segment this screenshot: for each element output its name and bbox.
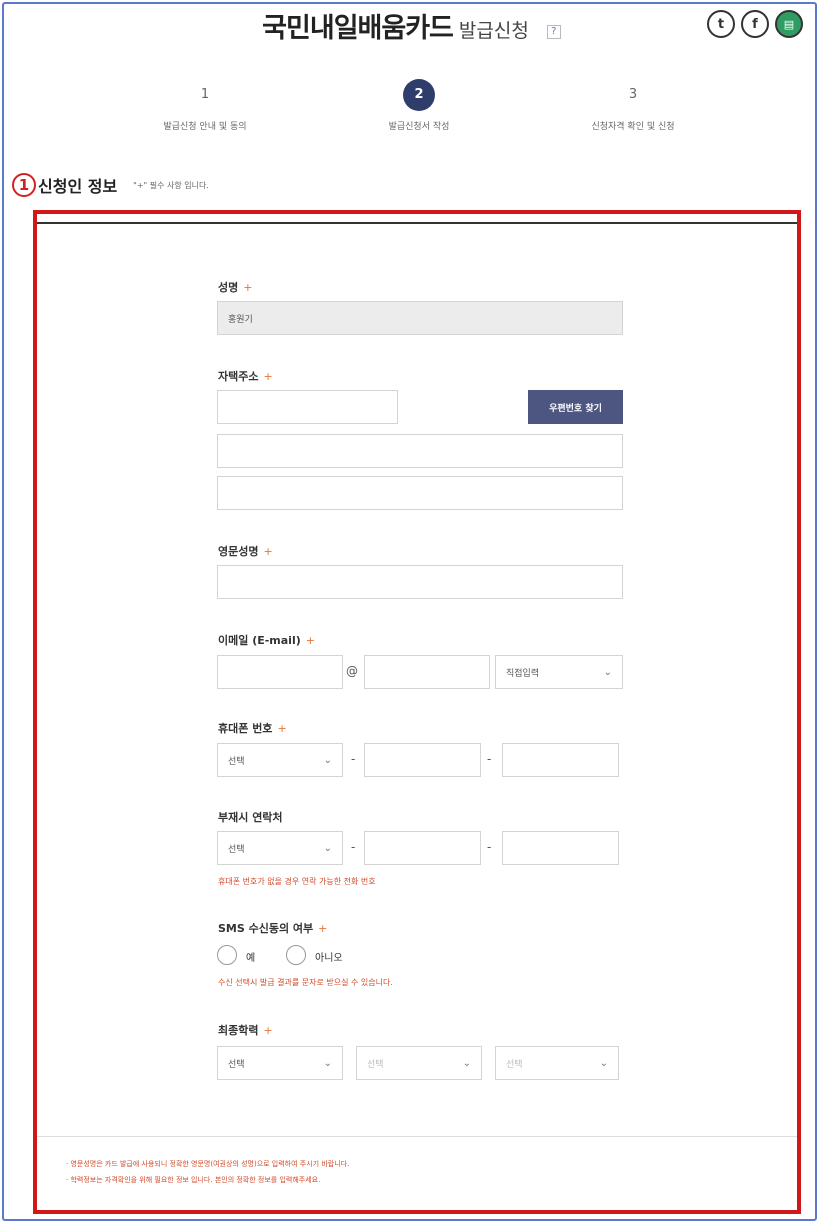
sms-no-label[interactable]: 아니오 — [315, 949, 343, 964]
english-name-label: 영문성명 + — [218, 545, 273, 558]
mobile-middle-field[interactable] — [364, 743, 481, 777]
share-buttons: t f ▤ — [707, 10, 803, 38]
english-name-field[interactable] — [217, 565, 623, 599]
education-level-select[interactable]: 선택 ⌄ — [217, 1046, 343, 1080]
footnote-english-name: · 영문성명은 카드 발급에 사용되니 정확한 영문명(여권상의 성명)으로 입… — [66, 1160, 350, 1168]
step-2: 2 발급신청서 작성 — [319, 79, 519, 132]
footnote-education: · 학력정보는 자격확인을 위해 필요한 정보 입니다. 본인의 정확한 정보를… — [66, 1176, 321, 1184]
zipcode-field[interactable] — [217, 390, 398, 424]
sms-yes-radio[interactable] — [217, 945, 237, 965]
education-school-select[interactable]: 선택 ⌄ — [356, 1046, 482, 1080]
chevron-down-icon: ⌄ — [323, 842, 332, 854]
section-title: 신청인 정보 — [38, 177, 118, 196]
email-domain-select[interactable]: 직접입력 ⌄ — [495, 655, 623, 689]
address-line1-field[interactable] — [217, 434, 623, 468]
email-at-sign: @ — [346, 664, 358, 678]
print-icon[interactable]: ▤ — [775, 10, 803, 38]
step-2-label: 발급신청서 작성 — [388, 122, 450, 132]
required-mark: + — [263, 370, 273, 383]
mobile-prefix-select[interactable]: 선택 ⌄ — [217, 743, 343, 777]
required-mark: + — [263, 1024, 273, 1037]
twitter-icon[interactable]: t — [707, 10, 735, 38]
address-line2-field[interactable] — [217, 476, 623, 510]
dash-separator: - — [351, 840, 356, 854]
page-title: 국민내일배움카드 — [262, 13, 454, 44]
required-mark: + — [243, 281, 253, 294]
mobile-label: 휴대폰 번호 + — [218, 722, 287, 735]
education-status-select[interactable]: 선택 ⌄ — [495, 1046, 619, 1080]
sms-label: SMS 수신동의 여부 + — [218, 922, 328, 935]
alt-contact-last-field[interactable] — [502, 831, 619, 865]
sms-hint: 수신 선택시 발급 결과를 문자로 받으실 수 있습니다. — [218, 978, 393, 987]
annotation-marker: 1 — [12, 173, 36, 197]
sms-no-radio[interactable] — [286, 945, 306, 965]
dash-separator: - — [351, 752, 356, 766]
step-3-number: 3 — [628, 87, 638, 102]
required-note: "+" 필수 사항 입니다. — [133, 180, 209, 190]
education-label: 최종학력 + — [218, 1024, 273, 1037]
mobile-last-field[interactable] — [502, 743, 619, 777]
address-label: 자택주소 + — [218, 370, 273, 383]
email-local-field[interactable] — [217, 655, 343, 689]
step-3-label: 신청자격 확인 및 신청 — [591, 122, 675, 132]
dash-separator: - — [487, 840, 492, 854]
chevron-down-icon: ⌄ — [603, 666, 612, 678]
step-1-label: 발급신청 안내 및 동의 — [163, 122, 247, 132]
required-mark: + — [263, 545, 273, 558]
required-mark: + — [277, 722, 287, 735]
form-bottom-divider — [37, 1136, 797, 1137]
alt-contact-hint: 휴대폰 번호가 없을 경우 연락 가능한 전화 번호 — [218, 877, 376, 886]
page-header: 국민내일배움카드 발급신청? — [0, 6, 823, 45]
page-subtitle: 발급신청 — [458, 20, 529, 42]
facebook-icon[interactable]: f — [741, 10, 769, 38]
form-top-divider — [37, 222, 797, 224]
required-mark: + — [318, 922, 328, 935]
sms-yes-label[interactable]: 예 — [246, 949, 255, 964]
name-field[interactable]: 홍원기 — [217, 301, 623, 335]
step-1-number: 1 — [200, 87, 210, 102]
email-label: 이메일 (E-mail) + — [218, 634, 315, 647]
chevron-down-icon: ⌄ — [599, 1057, 608, 1069]
help-icon[interactable]: ? — [546, 25, 561, 39]
chevron-down-icon: ⌄ — [462, 1057, 471, 1069]
dash-separator: - — [487, 752, 492, 766]
chevron-down-icon: ⌄ — [323, 1057, 332, 1069]
step-3: 3 신청자격 확인 및 신청 — [533, 79, 733, 132]
chevron-down-icon: ⌄ — [323, 754, 332, 766]
alt-contact-label: 부재시 연락처 — [218, 811, 283, 824]
email-domain-field[interactable] — [364, 655, 490, 689]
step-2-number: 2 — [403, 79, 435, 111]
section-header: 1 신청인 정보 "+" 필수 사항 입니다. — [12, 173, 209, 197]
alt-contact-prefix-select[interactable]: 선택 ⌄ — [217, 831, 343, 865]
alt-contact-middle-field[interactable] — [364, 831, 481, 865]
required-mark: + — [305, 634, 315, 647]
zipcode-search-button[interactable]: 우편번호 찾기 — [528, 390, 623, 424]
step-1: 1 발급신청 안내 및 동의 — [105, 79, 305, 132]
name-label: 성명 + — [218, 281, 253, 294]
